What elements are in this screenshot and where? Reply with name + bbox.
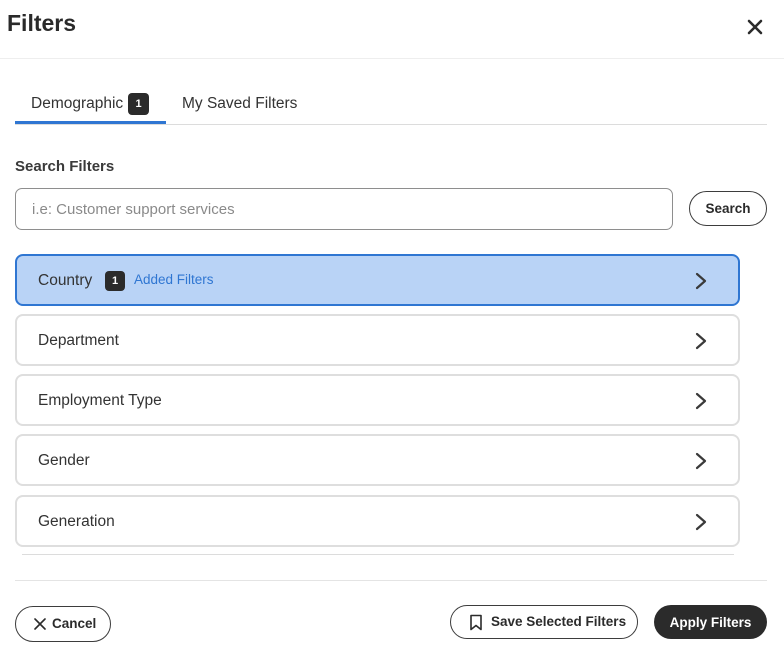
filter-name: Country [38,272,93,289]
close-icon [34,618,46,630]
tab-my-saved-filters[interactable]: My Saved Filters [182,86,312,125]
filter-row-country[interactable]: Country 1 Added Filters [15,254,740,306]
chevron-right-icon [695,513,707,531]
filter-count-badge: 1 [105,271,125,291]
save-selected-filters-button[interactable]: Save Selected Filters [450,605,638,639]
tab-label: Demographic [31,95,124,112]
tab-count-badge: 1 [128,93,149,115]
modal-header: Filters [0,0,784,59]
filter-row-department[interactable]: Department [15,314,740,366]
tab-label: My Saved Filters [182,95,298,112]
filter-row-gender[interactable]: Gender [15,434,740,486]
tab-bar: Demographic 1 My Saved Filters [15,86,767,125]
added-filters-label: Added Filters [134,272,214,287]
bookmark-icon [470,614,482,631]
filter-name: Generation [38,513,115,530]
chevron-right-icon [695,332,707,350]
save-label: Save Selected Filters [491,614,627,629]
close-button[interactable] [741,13,769,41]
close-icon [747,19,763,35]
chevron-right-icon [695,452,707,470]
filter-row-generation[interactable]: Generation [15,495,740,547]
footer-divider [15,580,767,581]
filter-name: Gender [38,452,90,469]
filter-name: Employment Type [38,392,162,409]
filter-name: Department [38,332,119,349]
apply-filters-button[interactable]: Apply Filters [654,605,767,639]
chevron-right-icon [695,392,707,410]
chevron-right-icon [695,272,707,290]
list-scroll-edge [22,554,734,555]
search-section-label: Search Filters [15,158,115,175]
filter-row-employment-type[interactable]: Employment Type [15,374,740,426]
page-title: Filters [7,10,77,36]
cancel-label: Cancel [52,616,97,631]
search-input[interactable] [15,188,673,230]
cancel-button[interactable]: Cancel [15,606,111,642]
tab-demographic[interactable]: Demographic 1 [15,86,166,124]
search-button[interactable]: Search [689,191,767,226]
